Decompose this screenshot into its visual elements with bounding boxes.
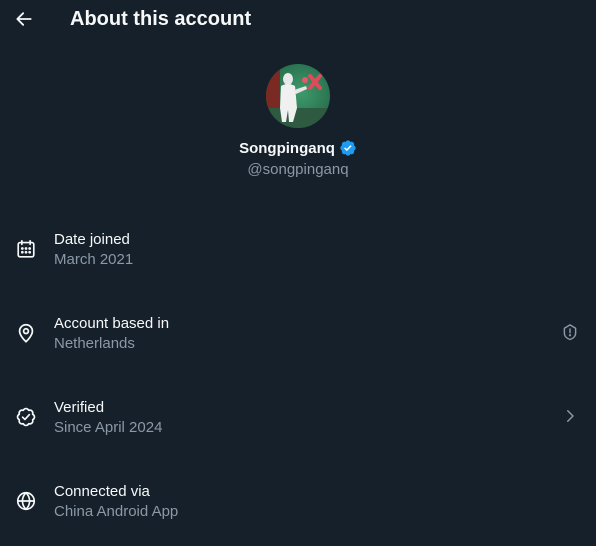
name-row: Songpinganq: [0, 137, 596, 159]
verified-row[interactable]: Verified Since April 2024: [0, 392, 596, 452]
location-pin-icon: [15, 322, 37, 344]
connected-via-label: Connected via: [54, 483, 150, 500]
date-joined-row: Date joined March 2021: [0, 224, 596, 284]
account-based-in-value: Netherlands: [54, 335, 135, 352]
display-name: Songpinganq: [239, 139, 335, 157]
back-arrow-icon: [16, 12, 32, 26]
account-based-in-row: Account based in Netherlands: [0, 308, 596, 368]
verified-label: Verified: [54, 399, 105, 416]
verified-value: Since April 2024: [54, 419, 163, 436]
back-button[interactable]: [8, 4, 40, 34]
account-based-in-label: Account based in: [54, 315, 170, 332]
profile-summary: Songpinganq @songpinganq: [0, 64, 596, 179]
connected-via-value: China Android App: [54, 503, 179, 520]
verified-badge-icon: [340, 140, 356, 156]
shield-alert-icon[interactable]: [561, 323, 579, 341]
date-joined-label: Date joined: [54, 231, 130, 248]
globe-icon: [15, 490, 37, 512]
connected-via-row: Connected via China Android App: [0, 476, 596, 536]
avatar[interactable]: [266, 64, 330, 128]
calendar-icon: [15, 238, 37, 260]
user-handle: @songpinganq: [247, 161, 349, 178]
page-title: About this account: [70, 8, 252, 30]
verified-check-icon: [15, 406, 37, 428]
date-joined-value: March 2021: [54, 251, 134, 268]
page-header: About this account: [0, 0, 596, 38]
chevron-right-icon[interactable]: [561, 407, 579, 425]
